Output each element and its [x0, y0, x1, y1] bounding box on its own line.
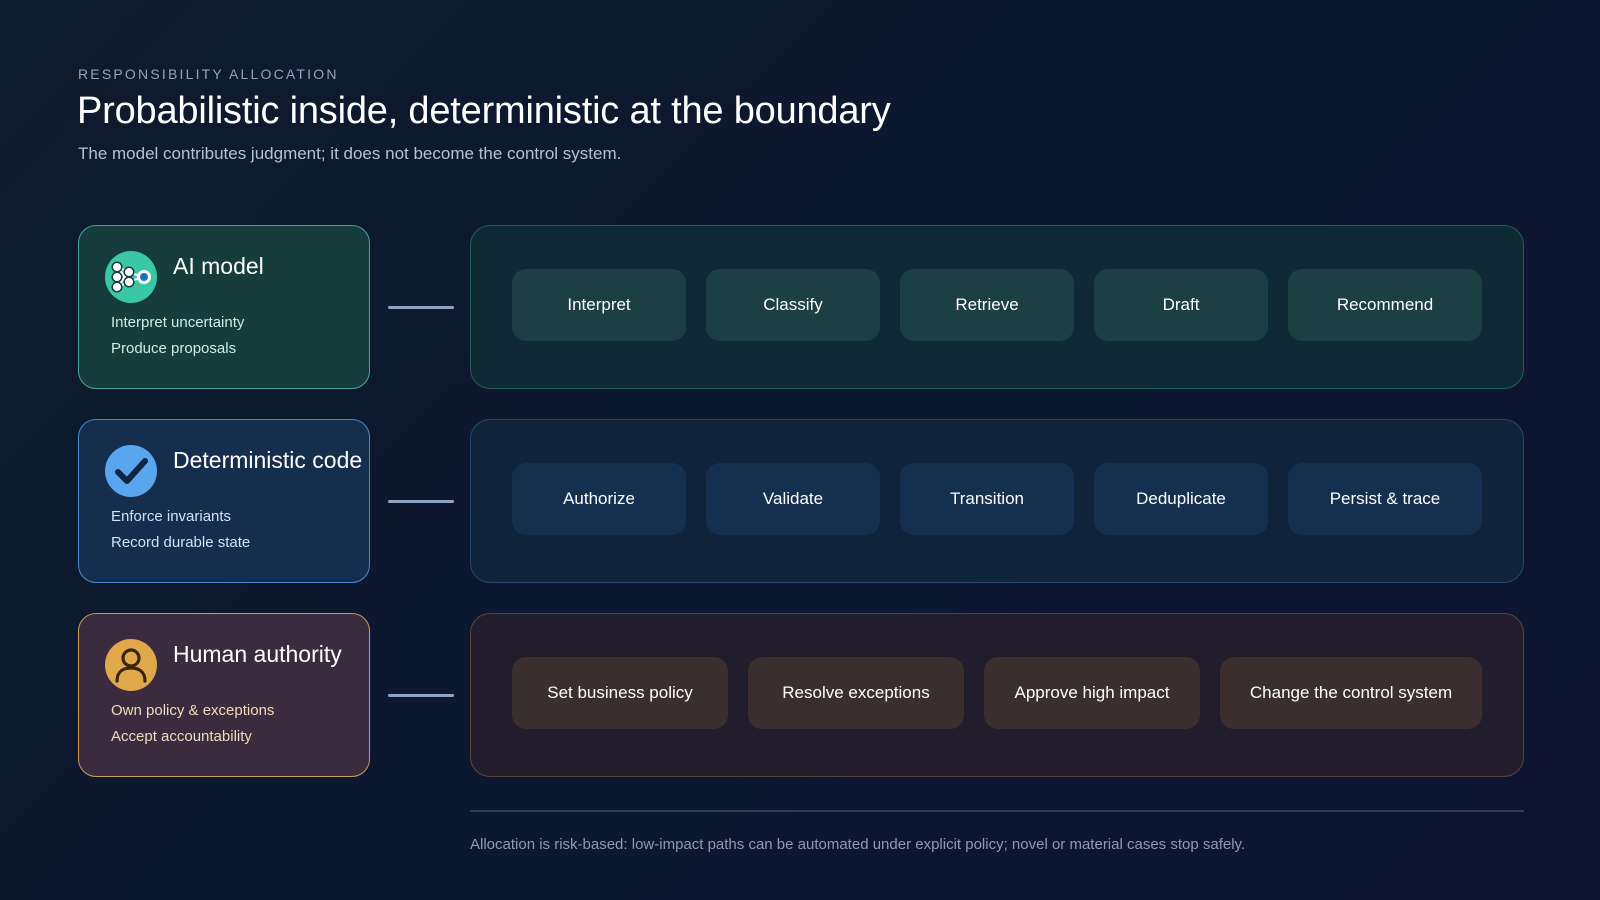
actor-card-ai-model: AI model Interpret uncertainty Produce p… [78, 225, 370, 389]
page-title: Probabilistic inside, deterministic at t… [77, 90, 891, 132]
person-icon [105, 639, 157, 691]
capability-chip: Draft [1094, 269, 1268, 341]
connector-line [388, 694, 454, 697]
connector-line [388, 306, 454, 309]
capability-panel-deterministic-code: Authorize Validate Transition Deduplicat… [470, 419, 1524, 583]
slide: RESPONSIBILITY ALLOCATION Probabilistic … [0, 0, 1600, 900]
capability-panel-ai-model: Interpret Classify Retrieve Draft Recomm… [470, 225, 1524, 389]
actor-card-human-authority: Human authority Own policy & exceptions … [78, 613, 370, 777]
capability-chip: Classify [706, 269, 880, 341]
row-deterministic-code: Deterministic code Enforce invariants Re… [78, 419, 1524, 583]
actor-card-deterministic-code: Deterministic code Enforce invariants Re… [78, 419, 370, 583]
capability-chip: Recommend [1288, 269, 1482, 341]
capability-chip: Resolve exceptions [748, 657, 964, 729]
page-subtitle: The model contributes judgment; it does … [78, 144, 622, 163]
actor-duty: Produce proposals [111, 340, 237, 357]
capability-chip: Approve high impact [984, 657, 1200, 729]
neural-network-icon [105, 251, 157, 303]
connector-line [388, 500, 454, 503]
capability-chip: Validate [706, 463, 880, 535]
row-human-authority: Human authority Own policy & exceptions … [78, 613, 1524, 777]
actor-duty: Interpret uncertainty [111, 314, 245, 331]
capability-panel-human-authority: Set business policy Resolve exceptions A… [470, 613, 1524, 777]
row-ai-model: AI model Interpret uncertainty Produce p… [78, 225, 1524, 389]
capability-chip: Interpret [512, 269, 686, 341]
capability-chip: Persist & trace [1288, 463, 1482, 535]
actor-duty: Accept accountability [111, 728, 252, 745]
actor-duty: Enforce invariants [111, 508, 232, 525]
checkmark-icon [105, 445, 157, 497]
capability-chip: Deduplicate [1094, 463, 1268, 535]
footer-divider [470, 810, 1524, 812]
capability-chip: Retrieve [900, 269, 1074, 341]
footer-note: Allocation is risk-based: low-impact pat… [470, 836, 1246, 853]
actor-duty: Record durable state [111, 534, 251, 551]
actor-name: AI model [173, 253, 264, 279]
actor-name: Human authority [173, 641, 342, 667]
eyebrow-label: RESPONSIBILITY ALLOCATION [78, 66, 339, 82]
capability-chip: Set business policy [512, 657, 728, 729]
capability-chip: Change the control system [1220, 657, 1482, 729]
capability-chip: Authorize [512, 463, 686, 535]
actor-name: Deterministic code [173, 447, 363, 473]
capability-chip: Transition [900, 463, 1074, 535]
actor-duty: Own policy & exceptions [111, 702, 275, 719]
